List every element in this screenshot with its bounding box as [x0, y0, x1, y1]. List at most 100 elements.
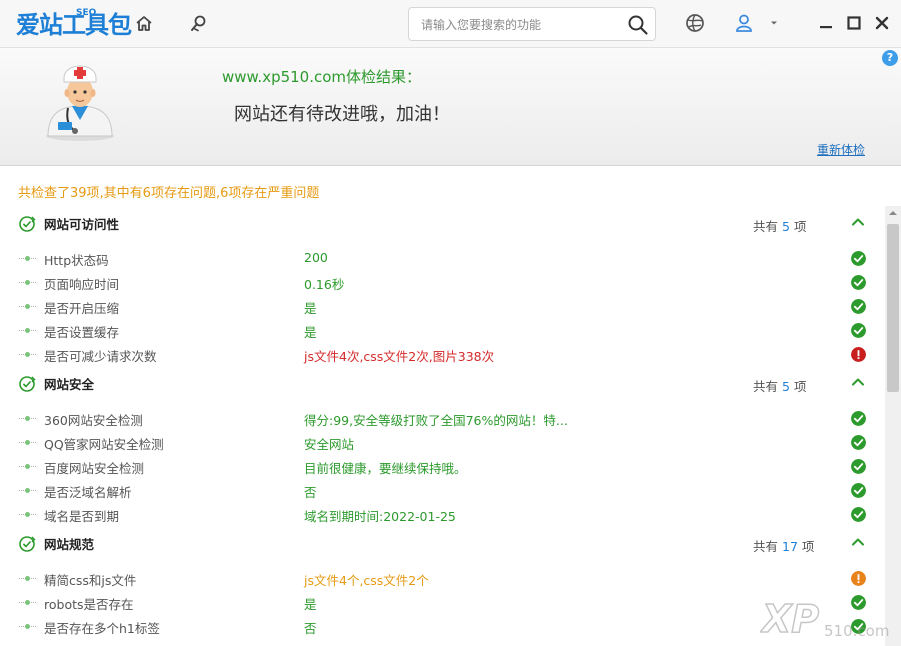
warning-alert-icon: [851, 571, 866, 586]
pass-check-icon: [851, 299, 866, 314]
collapse-chevron-icon[interactable]: [850, 214, 866, 230]
row-bullet: [19, 256, 36, 261]
check-row: 域名是否到期 域名到期时间:2022-01-25: [18, 504, 868, 524]
check-item-value: 否: [304, 621, 317, 636]
check-item-label: 是否泛域名解析: [44, 485, 132, 500]
check-item-label: robots是否存在: [44, 597, 134, 612]
search-input[interactable]: [419, 14, 623, 36]
check-item-label: 精简css和js文件: [44, 573, 137, 588]
doctor-avatar: [46, 65, 114, 141]
check-item-label: QQ管家网站安全检测: [44, 437, 164, 452]
section-icon: [19, 216, 36, 232]
top-bar: 爱站工具包 SEO: [0, 0, 901, 48]
scrollbar-thumb[interactable]: [887, 224, 899, 392]
check-item-label: 是否可减少请求次数: [44, 349, 157, 364]
check-item-label: 是否开启压缩: [44, 301, 120, 316]
error-alert-icon: [851, 347, 866, 362]
pass-check-icon: [851, 411, 866, 426]
check-row: 是否设置缓存 是: [18, 320, 868, 340]
check-item-value: 域名到期时间:2022-01-25: [304, 509, 456, 524]
section-count-number: 5: [782, 219, 790, 234]
row-bullet: [19, 352, 36, 357]
check-item-value: 0.16秒: [304, 277, 345, 292]
home-icon: [136, 16, 152, 31]
check-row: 百度网站安全检测 目前很健康，要继续保持哦。: [18, 456, 868, 476]
section-title: 网站安全: [44, 377, 95, 392]
collapse-chevron-icon[interactable]: [850, 534, 866, 550]
check-item-value: 是: [304, 597, 317, 612]
minimize-icon: [820, 26, 832, 29]
app-logo[interactable]: 爱站工具包 SEO: [16, 8, 132, 39]
check-item-value: 200: [304, 250, 328, 265]
pass-check-icon: [851, 459, 866, 474]
check-row: QQ管家网站安全检测 安全网站: [18, 432, 868, 452]
watermark-sub: 510.com: [824, 622, 889, 640]
section-count-suffix: 项: [801, 539, 815, 554]
browser-button[interactable]: [684, 12, 706, 34]
row-bullet: [19, 600, 36, 605]
section-count-prefix: 共有: [753, 539, 779, 554]
section-count: 共有 5 项: [753, 376, 806, 395]
result-message: 网站还有待改进哦，加油！: [234, 104, 450, 125]
recheck-link[interactable]: 重新体检: [817, 141, 865, 158]
check-item-value: 是: [304, 301, 317, 316]
row-bullet: [19, 280, 36, 285]
xp510-watermark: XP 510.com: [760, 596, 889, 642]
section-title: 网站规范: [44, 537, 95, 552]
check-item-value: 否: [304, 485, 317, 500]
row-bullet: [19, 512, 36, 517]
pass-check-icon: [851, 323, 866, 338]
check-row: 精简css和js文件 js文件4个,css文件2个: [18, 568, 868, 588]
pass-check-icon: [851, 275, 866, 290]
check-row: robots是否存在 是: [18, 592, 868, 612]
home-button[interactable]: [130, 10, 158, 38]
scrollbar[interactable]: [885, 206, 901, 646]
check-item-label: 域名是否到期: [44, 509, 120, 524]
browser-icon: [686, 14, 704, 32]
section-icon: [19, 376, 36, 392]
user-icon: [736, 14, 752, 32]
pass-check-icon: [851, 251, 866, 266]
check-row: 是否泛域名解析 否: [18, 480, 868, 500]
section-count-prefix: 共有: [753, 379, 779, 394]
check-item-value: js文件4次,css文件2次,图片338次: [304, 349, 495, 364]
maximize-button[interactable]: [843, 12, 865, 34]
watermark-mark: XP: [760, 597, 819, 641]
section-count: 共有 17 项: [753, 536, 814, 555]
site-result-title: www.xp510.com体检结果：: [222, 68, 422, 86]
check-item-label: Http状态码: [44, 253, 109, 268]
section-title: 网站可访问性: [44, 217, 120, 232]
help-icon[interactable]: ?: [882, 50, 898, 66]
check-row: 是否存在多个h1标签 否: [18, 616, 868, 636]
user-menu-button[interactable]: [766, 12, 782, 34]
search-icon[interactable]: [627, 14, 649, 36]
row-bullet: [19, 576, 36, 581]
collapse-chevron-icon[interactable]: [850, 374, 866, 390]
check-item-value: 得分:99,安全等级打败了全国76%的网站！特...: [304, 413, 568, 428]
row-bullet: [19, 416, 36, 421]
logo-badge: SEO: [76, 8, 97, 18]
close-icon: [875, 16, 889, 30]
check-row: 是否可减少请求次数 js文件4次,css文件2次,图片338次: [18, 344, 868, 364]
section-count-number: 5: [782, 379, 790, 394]
section-header: 网站规范 共有 17 项: [18, 534, 868, 554]
section-header: 网站可访问性 共有 5 项: [18, 214, 868, 234]
check-item-label: 是否存在多个h1标签: [44, 621, 160, 636]
row-bullet: [19, 304, 36, 309]
close-button[interactable]: [871, 12, 893, 34]
check-row: 360网站安全检测 得分:99,安全等级打败了全国76%的网站！特...: [18, 408, 868, 428]
section-count-prefix: 共有: [753, 219, 779, 234]
check-item-label: 页面响应时间: [44, 277, 120, 292]
user-button[interactable]: [733, 12, 755, 34]
minimize-button[interactable]: [815, 12, 837, 34]
row-bullet: [19, 464, 36, 469]
check-item-value: js文件4个,css文件2个: [304, 573, 429, 588]
pass-check-icon: [851, 435, 866, 450]
section-count-suffix: 项: [793, 219, 807, 234]
check-item-label: 是否设置缓存: [44, 325, 120, 340]
row-bullet: [19, 440, 36, 445]
tools-button[interactable]: [185, 10, 213, 38]
scroll-up-icon[interactable]: [888, 208, 898, 218]
check-row: 页面响应时间 0.16秒: [18, 272, 868, 292]
pass-check-icon: [851, 483, 866, 498]
